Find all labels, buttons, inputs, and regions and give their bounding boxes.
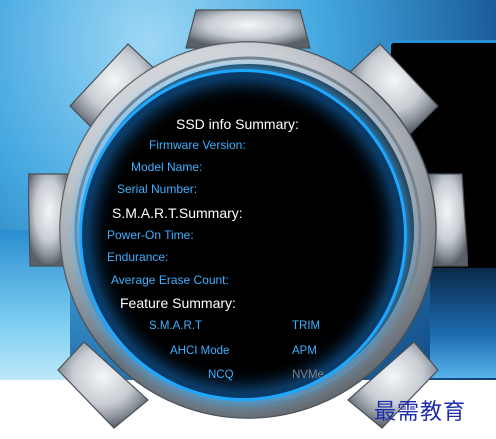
- feature-apm: APM: [292, 345, 317, 357]
- feature-trim: TRIM: [292, 320, 321, 332]
- watermark-text: 最需教育: [374, 400, 467, 425]
- feature-ncq: NCQ: [208, 369, 234, 381]
- endurance-label: Endurance:: [107, 250, 169, 264]
- average-erase-count-label: Average Erase Count:: [111, 273, 229, 287]
- feature-smart: S.M.A.R.T: [149, 320, 203, 332]
- ssd-info-title: SSD info Summary:: [176, 116, 299, 132]
- feature-nvme: NVMe: [292, 369, 324, 381]
- firmware-version-label: Firmware Version:: [149, 138, 246, 152]
- feature-ahci-mode: AHCI Mode: [170, 345, 230, 357]
- feature-summary-title: Feature Summary:: [120, 295, 236, 311]
- model-name-label: Model Name:: [131, 160, 203, 174]
- power-on-time-label: Power-On Time:: [107, 228, 194, 242]
- smart-summary-title: S.M.A.R.T.Summary:: [112, 205, 243, 221]
- serial-number-label: Serial Number:: [117, 182, 198, 196]
